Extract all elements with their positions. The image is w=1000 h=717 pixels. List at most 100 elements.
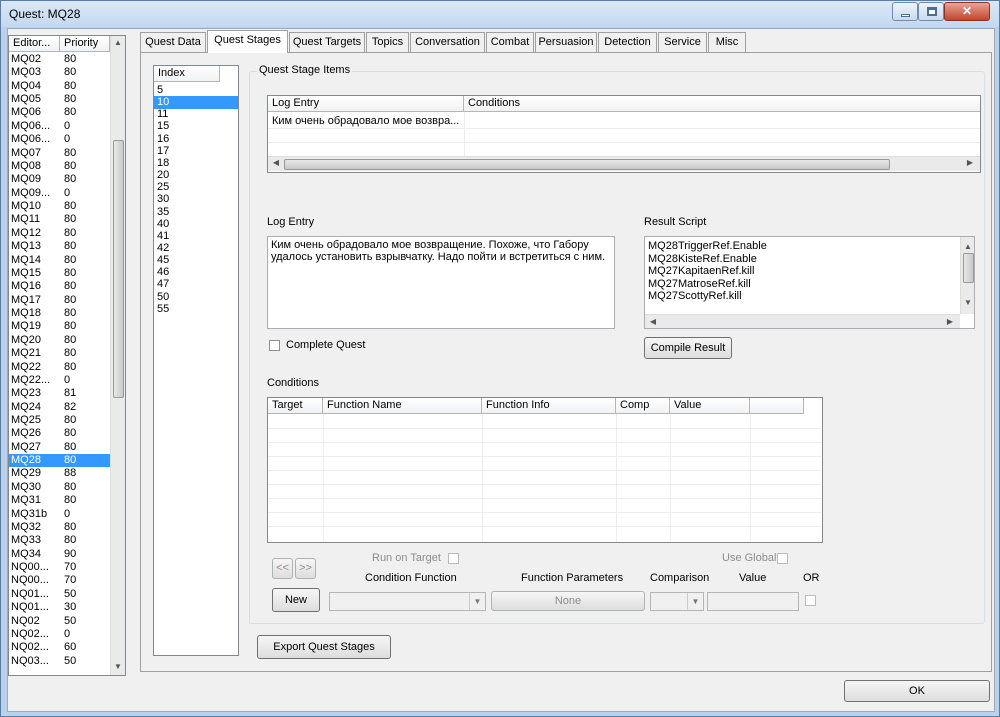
scroll-right-icon[interactable]: ▶ — [944, 316, 956, 328]
tab-detection[interactable]: Detection — [598, 32, 657, 52]
quest-list-item[interactable]: MQ07 80 — [9, 147, 110, 160]
scroll-left-icon[interactable]: ◀ — [270, 158, 282, 167]
quest-list-item[interactable]: MQ12 80 — [9, 227, 110, 240]
stage-index-item[interactable]: 41 — [154, 230, 238, 243]
quest-list-item[interactable]: MQ25 80 — [9, 414, 110, 427]
quest-list-item[interactable]: MQ11 80 — [9, 213, 110, 226]
scroll-left-icon[interactable]: ◀ — [647, 316, 659, 328]
stage-index-list[interactable]: Index 5 10 11 15 16 17 18 20 25 30 35 40 41 42 45 46 47 5… — [153, 65, 239, 656]
quest-list-item[interactable]: MQ02 80 — [9, 53, 110, 66]
stage-index-item[interactable]: 45 — [154, 254, 238, 267]
quest-list-item[interactable]: MQ22 80 — [9, 361, 110, 374]
quest-list-header-priority[interactable]: Priority — [60, 36, 110, 52]
tab-quest-targets[interactable]: Quest Targets — [289, 32, 365, 52]
tab-misc[interactable]: Misc — [708, 32, 746, 52]
stage-index-item[interactable]: 47 — [154, 278, 238, 291]
quest-list-item[interactable]: MQ09... 0 — [9, 187, 110, 200]
quest-list-item[interactable]: MQ19 80 — [9, 320, 110, 333]
tab-conversation[interactable]: Conversation — [410, 32, 485, 52]
tab-topics[interactable]: Topics — [366, 32, 409, 52]
ok-button[interactable]: OK — [844, 680, 990, 702]
quest-list-item[interactable]: NQ00... 70 — [9, 561, 110, 574]
next-condition-button[interactable]: >> — [295, 558, 316, 579]
quest-list-item[interactable]: MQ13 80 — [9, 240, 110, 253]
quest-list-item[interactable]: NQ02 50 — [9, 615, 110, 628]
quest-list-item[interactable]: MQ21 80 — [9, 347, 110, 360]
quest-list-item[interactable]: MQ05 80 — [9, 93, 110, 106]
stage-index-item[interactable]: 11 — [154, 108, 238, 121]
result-script-vscrollbar[interactable]: ▲ ▼ — [960, 237, 974, 314]
use-global-checkbox[interactable] — [777, 553, 788, 564]
quest-list-item[interactable]: MQ04 80 — [9, 80, 110, 93]
quest-list-item[interactable]: MQ06 80 — [9, 106, 110, 119]
conditions-header-function-name[interactable]: Function Name — [323, 398, 482, 414]
quest-list-item[interactable]: NQ02... 60 — [9, 641, 110, 654]
stage-index-item[interactable]: 42 — [154, 242, 238, 255]
stage-index-item[interactable]: 16 — [154, 133, 238, 146]
quest-list-item[interactable]: MQ28 80 — [9, 454, 110, 468]
quest-list-item[interactable]: MQ08 80 — [9, 160, 110, 173]
complete-quest-checkbox[interactable] — [269, 340, 280, 351]
quest-list-scroll-thumb[interactable] — [113, 140, 124, 398]
close-button[interactable]: ✕ — [944, 2, 990, 21]
quest-list-header-editor[interactable]: Editor... — [9, 36, 60, 52]
stage-index-item[interactable]: 20 — [154, 169, 238, 182]
tab-service[interactable]: Service — [658, 32, 707, 52]
maximize-button[interactable] — [918, 2, 944, 21]
tab-combat[interactable]: Combat — [486, 32, 534, 52]
value-input[interactable] — [707, 592, 799, 611]
quest-list-item[interactable]: MQ15 80 — [9, 267, 110, 280]
quest-list-item[interactable]: MQ16 80 — [9, 280, 110, 293]
quest-list-scrollbar[interactable]: ▲ ▼ — [110, 36, 125, 675]
or-checkbox[interactable] — [805, 595, 816, 606]
stage-index-item[interactable]: 55 — [154, 303, 238, 316]
stage-index-item[interactable]: 25 — [154, 181, 238, 194]
quest-list-item[interactable]: MQ09 80 — [9, 173, 110, 186]
stage-index-item[interactable]: 18 — [154, 157, 238, 170]
quest-list-item[interactable]: MQ26 80 — [9, 427, 110, 440]
quest-list-item[interactable]: MQ34 90 — [9, 548, 110, 561]
quest-list-item[interactable]: MQ17 80 — [9, 294, 110, 307]
run-on-target-checkbox[interactable] — [448, 553, 459, 564]
quest-list-item[interactable]: MQ22... 0 — [9, 374, 110, 387]
stage-index-item[interactable]: 5 — [154, 84, 238, 97]
stage-item-log-entry[interactable]: Ким очень обрадовало мое возвра... — [272, 115, 462, 127]
scroll-down-icon[interactable]: ▼ — [962, 297, 974, 309]
conditions-header-comp[interactable]: Comp — [616, 398, 670, 414]
quest-list-item[interactable]: MQ06... 0 — [9, 133, 110, 146]
quest-list-item[interactable]: MQ24 82 — [9, 401, 110, 414]
result-script-scroll-thumb[interactable] — [963, 253, 974, 283]
stage-index-item[interactable]: 40 — [154, 218, 238, 231]
scroll-up-icon[interactable]: ▲ — [962, 241, 974, 253]
quest-list-item[interactable]: MQ06... 0 — [9, 120, 110, 133]
comparison-dropdown[interactable]: ▼ — [650, 592, 704, 611]
quest-list-item[interactable]: MQ20 80 — [9, 334, 110, 347]
stage-index-item[interactable]: 35 — [154, 206, 238, 219]
quest-list-item[interactable]: MQ03 80 — [9, 66, 110, 79]
conditions-header-target[interactable]: Target — [268, 398, 323, 414]
quest-list-item[interactable]: MQ23 81 — [9, 387, 110, 400]
quest-list-item[interactable]: MQ10 80 — [9, 200, 110, 213]
previous-condition-button[interactable]: << — [272, 558, 293, 579]
new-condition-button[interactable]: New — [272, 588, 320, 612]
stage-index-item[interactable]: 46 — [154, 266, 238, 279]
conditions-header-value[interactable]: Value — [670, 398, 750, 414]
quest-list-item[interactable]: MQ31 80 — [9, 494, 110, 507]
stage-index-item[interactable]: 17 — [154, 145, 238, 158]
conditions-table[interactable]: Target Function Name Function Info Comp Valu… — [267, 397, 823, 543]
quest-list-item[interactable]: MQ14 80 — [9, 254, 110, 267]
stage-index-item[interactable]: 15 — [154, 120, 238, 133]
quest-list-item[interactable]: MQ31b 0 — [9, 508, 110, 521]
quest-list-item[interactable]: MQ30 80 — [9, 481, 110, 494]
result-script-textarea[interactable]: MQ28TriggerRef.Enable MQ28KisteRef.Enable… — [644, 236, 975, 329]
tab-persuasion[interactable]: Persuasion — [535, 32, 597, 52]
quest-list[interactable]: Editor... Priority MQ02 80 MQ03 80 MQ04 80 MQ0… — [8, 35, 126, 676]
quest-list-item[interactable]: NQ03... 50 — [9, 655, 110, 668]
tab-quest-data[interactable]: Quest Data — [140, 32, 206, 52]
stage-items-scroll-thumb[interactable] — [284, 159, 890, 170]
quest-list-item[interactable]: NQ00... 70 — [9, 574, 110, 587]
tab-quest-stages[interactable]: Quest Stages — [207, 30, 288, 53]
condition-function-dropdown[interactable]: ▼ — [329, 592, 486, 611]
stage-index-item[interactable]: 30 — [154, 193, 238, 206]
log-entry-textarea[interactable]: Ким очень обрадовало мое возвращение. По… — [267, 236, 615, 329]
